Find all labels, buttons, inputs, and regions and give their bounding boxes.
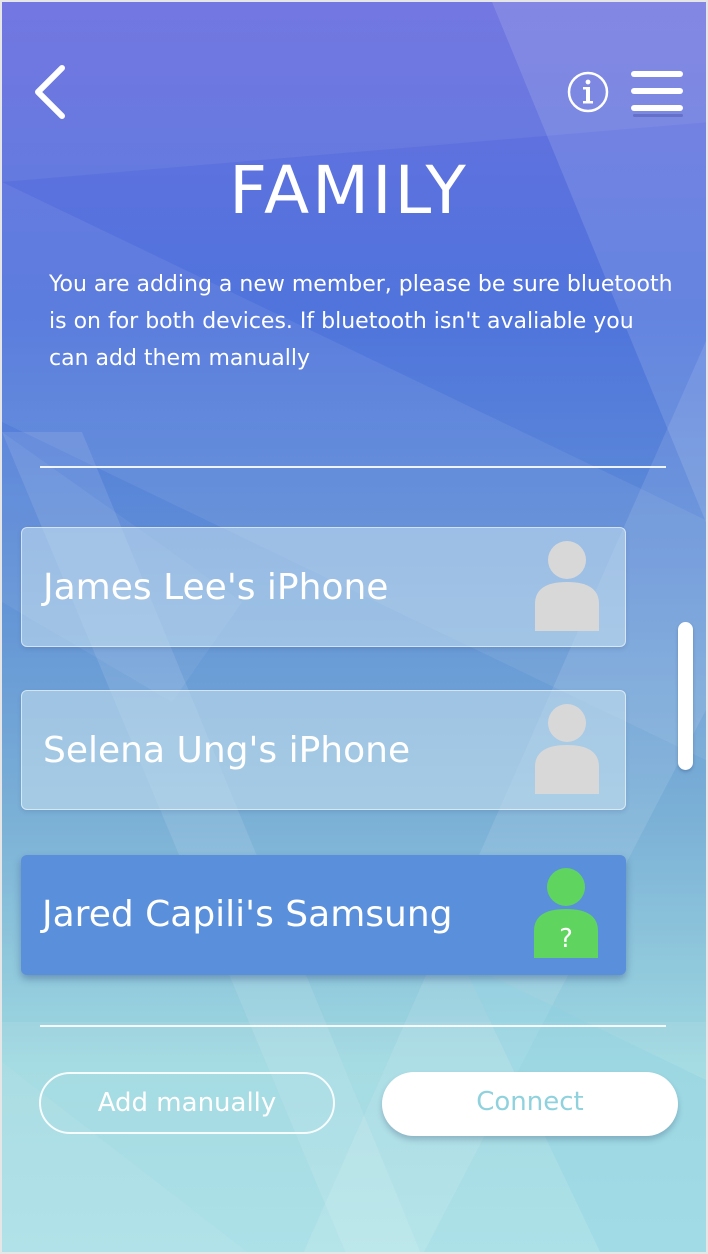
- hamburger-menu-icon[interactable]: [628, 68, 686, 118]
- person-unknown-icon: ?: [532, 865, 600, 959]
- unknown-mark: ?: [559, 924, 573, 954]
- device-name: Selena Ung's iPhone: [43, 730, 411, 771]
- intro-instructions: You are adding a new member, please be s…: [49, 272, 673, 371]
- page-title: FAMILY: [229, 152, 469, 229]
- device-name: Jared Capili's Samsung: [42, 894, 453, 935]
- divider-bottom: [40, 1025, 666, 1027]
- family-add-member-screen: FAMILY You are adding a new member, plea…: [0, 0, 708, 1254]
- device-card-selena-ung[interactable]: Selena Ung's iPhone: [21, 690, 626, 810]
- connect-button[interactable]: Connect: [382, 1072, 678, 1136]
- person-icon: [533, 538, 601, 632]
- device-card-jared-capili[interactable]: Jared Capili's Samsung ?: [21, 855, 626, 975]
- device-name: James Lee's iPhone: [43, 567, 389, 608]
- device-card-james-lee[interactable]: James Lee's iPhone: [21, 527, 626, 647]
- divider-top: [40, 466, 666, 468]
- chevron-left-icon[interactable]: [30, 62, 70, 122]
- info-circle-icon[interactable]: [567, 71, 609, 113]
- scrollbar-thumb[interactable]: [678, 622, 693, 770]
- person-icon: [533, 701, 601, 795]
- add-manually-button[interactable]: Add manually: [39, 1072, 335, 1134]
